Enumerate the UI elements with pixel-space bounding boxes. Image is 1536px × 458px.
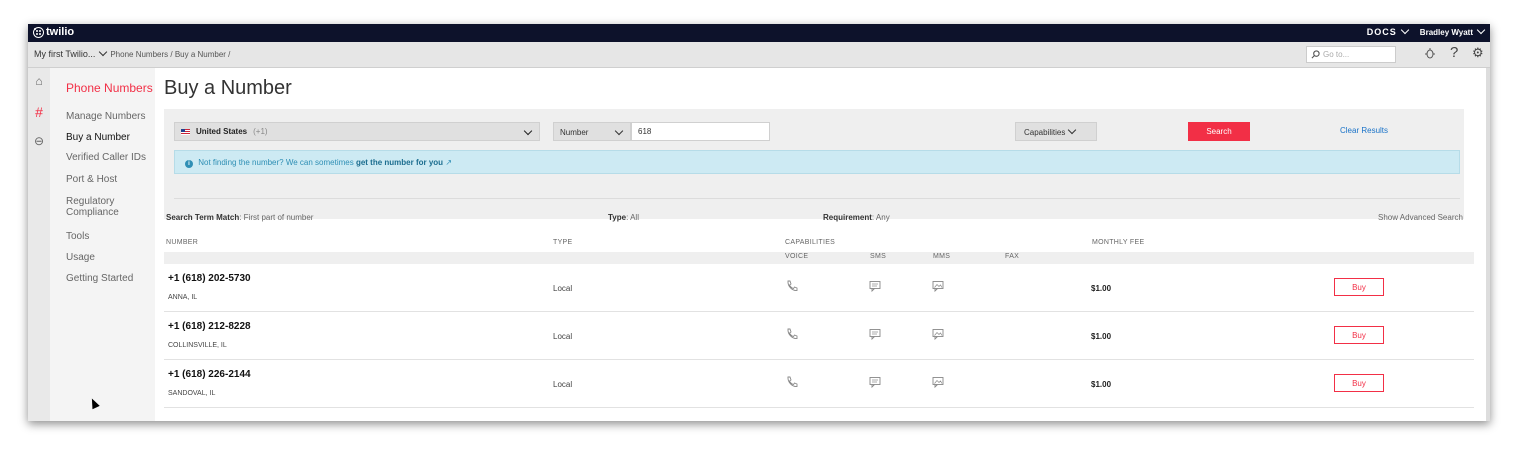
monthly-fee: $1.00	[1091, 332, 1112, 341]
twilio-logo-icon	[33, 26, 44, 38]
voice-icon	[787, 376, 798, 387]
info-icon: i	[185, 160, 193, 168]
sidebar-item-regulatory-compliance[interactable]: Regulatory Compliance	[66, 196, 136, 218]
phone-number: +1 (618) 202-5730	[168, 273, 251, 284]
type-summary: Type: All	[608, 213, 639, 222]
goto-search-input[interactable]: Go to...	[1306, 46, 1396, 63]
sidebar-item-verified-caller-ids[interactable]: Verified Caller IDs	[66, 152, 156, 163]
col-voice: VOICE	[785, 253, 809, 260]
number-location: SANDOVAL, IL	[168, 390, 216, 397]
sms-icon	[869, 329, 881, 340]
phone-numbers-hash-icon[interactable]: #	[32, 104, 46, 120]
clear-results-link[interactable]: Clear Results	[1340, 126, 1388, 135]
capabilities-dropdown[interactable]: Capabilities	[1015, 122, 1097, 141]
match-type-select[interactable]: Number	[553, 122, 631, 141]
chevron-down-icon	[1068, 125, 1077, 135]
col-capabilities: CAPABILITIES	[785, 239, 836, 246]
page-scrollbar[interactable]	[1486, 68, 1490, 421]
col-mms: MMS	[933, 253, 951, 260]
sidebar-item-getting-started[interactable]: Getting Started	[66, 273, 156, 284]
product-rail: ⌂ # ⊖	[28, 68, 51, 421]
page-title: Buy a Number	[164, 77, 292, 99]
buy-button[interactable]: Buy	[1334, 278, 1384, 296]
sidebar-item-usage[interactable]: Usage	[66, 252, 156, 263]
chevron-down-icon	[1476, 25, 1486, 34]
mms-icon	[932, 377, 944, 388]
breadcrumb: My first Twilio... Phone Numbers / Buy a…	[34, 47, 230, 59]
buy-button[interactable]: Buy	[1334, 326, 1384, 344]
mms-icon	[932, 281, 944, 292]
sms-icon	[869, 377, 881, 388]
user-menu[interactable]: Bradley Wyatt	[1420, 25, 1486, 37]
help-icon[interactable]: ?	[1450, 44, 1458, 61]
requirement-summary: Requirement: Any	[823, 213, 890, 222]
number-location: COLLINSVILLE, IL	[168, 342, 227, 349]
number-search-input[interactable]	[631, 122, 770, 141]
number-type: Local	[553, 380, 573, 389]
more-products-icon[interactable]: ⊖	[32, 134, 46, 148]
external-link-icon: ↗	[445, 158, 453, 167]
voice-icon	[787, 280, 798, 291]
search-button[interactable]: Search	[1188, 122, 1250, 141]
table-row: +1 (618) 202-5730 ANNA, IL Local $1.00 B…	[164, 264, 1474, 312]
twilio-logo[interactable]: twilio	[33, 26, 74, 38]
number-type: Local	[553, 284, 573, 293]
get-number-link[interactable]: get the number for you	[356, 158, 443, 167]
col-fax: FAX	[1005, 253, 1020, 260]
home-icon[interactable]: ⌂	[32, 74, 46, 88]
chevron-down-icon	[614, 126, 624, 136]
buy-button[interactable]: Buy	[1334, 374, 1384, 392]
col-number: NUMBER	[166, 239, 199, 246]
col-sms: SMS	[870, 253, 887, 260]
mms-icon	[932, 329, 944, 340]
phone-number: +1 (618) 226-2144	[168, 369, 251, 380]
table-row: +1 (618) 226-2144 SANDOVAL, IL Local $1.…	[164, 360, 1474, 408]
debugger-icon[interactable]	[1424, 47, 1436, 62]
number-location: ANNA, IL	[168, 294, 198, 301]
voice-icon	[787, 328, 798, 339]
country-select[interactable]: United States (+1)	[174, 122, 540, 141]
col-monthly-fee: MONTHLY FEE	[1092, 239, 1145, 246]
breadcrumb-bar: My first Twilio... Phone Numbers / Buy a…	[28, 42, 1490, 68]
term-match-summary: Search Term Match: First part of number	[166, 213, 314, 222]
app-window: twilio DOCS Bradley Wyatt My first Twili…	[28, 24, 1490, 421]
us-flag-icon	[181, 128, 190, 135]
info-banner: i Not finding the number? We can sometim…	[174, 150, 1460, 174]
sidebar: Phone Numbers Manage Numbers Buy a Numbe…	[50, 68, 155, 421]
breadcrumb-path[interactable]: Phone Numbers / Buy a Number /	[110, 50, 230, 59]
monthly-fee: $1.00	[1091, 380, 1112, 389]
number-type: Local	[553, 332, 573, 341]
monthly-fee: $1.00	[1091, 284, 1112, 293]
show-advanced-search-link[interactable]: Show Advanced Search	[1378, 213, 1463, 222]
table-row: +1 (618) 212-8228 COLLINSVILLE, IL Local…	[164, 312, 1474, 360]
chevron-down-icon	[523, 126, 533, 136]
top-bar: twilio DOCS Bradley Wyatt	[28, 24, 1490, 42]
sidebar-item-manage-numbers[interactable]: Manage Numbers	[66, 111, 156, 122]
project-switcher[interactable]: My first Twilio...	[34, 47, 108, 59]
chevron-down-icon	[1400, 25, 1410, 35]
sms-icon	[869, 281, 881, 292]
col-type: TYPE	[553, 239, 573, 246]
divider	[174, 198, 1460, 199]
phone-number: +1 (618) 212-8228	[168, 321, 251, 332]
search-panel: United States (+1) Number Capabilities S…	[164, 109, 1464, 219]
sidebar-item-buy-a-number[interactable]: Buy a Number	[66, 132, 156, 143]
sidebar-item-port-host[interactable]: Port & Host	[66, 174, 156, 185]
gear-icon[interactable]: ⚙	[1472, 45, 1484, 61]
docs-menu[interactable]: DOCS	[1367, 25, 1410, 37]
sidebar-title[interactable]: Phone Numbers	[66, 81, 153, 95]
chevron-down-icon	[99, 47, 108, 57]
search-icon	[1311, 50, 1320, 59]
sidebar-item-tools[interactable]: Tools	[66, 231, 156, 242]
